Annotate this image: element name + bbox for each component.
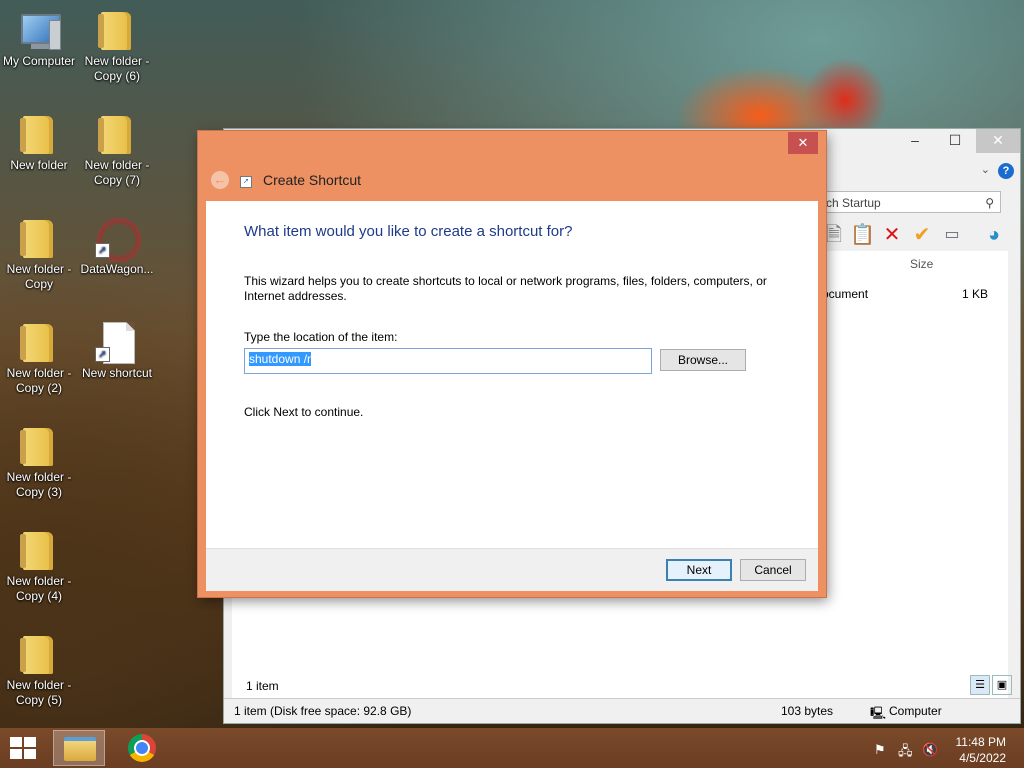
desktop-icon-new-folder-copy-4[interactable]: New folder - Copy (4) — [0, 528, 78, 604]
help-icon[interactable]: ? — [998, 163, 1014, 179]
location-input-value: shutdown /r — [249, 352, 312, 366]
clock-date: 4/5/2022 — [959, 751, 1006, 765]
search-icon[interactable]: ⚲ — [985, 192, 994, 212]
taskbar-chrome[interactable] — [114, 730, 166, 766]
taskbar: ⚑ 🖧 🔇 11:48 PM 4/5/2022 — [0, 728, 1024, 768]
continue-hint: Click Next to continue. — [244, 405, 364, 419]
location-input[interactable]: shutdown /r — [244, 348, 652, 374]
desktop-icon-label: New folder - Copy — [6, 262, 72, 291]
next-button[interactable]: Next — [666, 559, 732, 581]
location-label: Type the location of the item: — [244, 330, 398, 344]
file-size: 1 KB — [962, 287, 989, 301]
desktop-icon-label: New folder - Copy (6) — [84, 54, 150, 83]
dialog-close-button[interactable]: ✕ — [788, 132, 818, 154]
shortcut-icon: ➚ — [240, 176, 252, 188]
desktop-icon-label: DataWagon... — [80, 262, 154, 276]
paste-icon[interactable]: 📋 — [850, 223, 875, 247]
desktop-icon-datawagon[interactable]: ➚ DataWagon... — [78, 216, 156, 277]
network-icon[interactable]: 🖧 — [898, 742, 913, 764]
desktop-icon-label: New folder - Copy (4) — [6, 574, 72, 603]
desktop-icon-label: New folder — [10, 158, 68, 172]
details-view-icon[interactable]: ☰ — [970, 675, 990, 695]
action-center-flag-icon[interactable]: ⚑ — [874, 742, 886, 758]
folder-icon — [95, 112, 139, 156]
desktop-icon-label: My Computer — [2, 54, 76, 68]
desktop-icon-label: New folder - Copy (3) — [6, 470, 72, 499]
check-icon[interactable]: ✔ — [910, 223, 934, 247]
items-count: 1 item — [246, 679, 279, 693]
desktop-icon-new-folder-copy-5[interactable]: New folder - Copy (5) — [0, 632, 78, 708]
shell-icon[interactable]: ◕ — [982, 223, 1006, 247]
maximize-button[interactable]: ☐ — [940, 129, 970, 153]
chevron-down-icon[interactable]: ⌄ — [981, 163, 990, 176]
speaker-muted-icon[interactable]: 🔇 — [922, 742, 938, 758]
status-bar: 1 item (Disk free space: 92.8 GB) 103 by… — [224, 698, 1020, 723]
folder-icon — [17, 112, 61, 156]
desktop-icon-my-computer[interactable]: My Computer — [0, 8, 78, 69]
status-disk-space: 1 item (Disk free space: 92.8 GB) — [234, 704, 412, 718]
folder-icon — [17, 424, 61, 468]
wizard-heading: What item would you like to create a sho… — [244, 223, 573, 240]
desktop-icon-new-folder-copy-2[interactable]: New folder - Copy (2) — [0, 320, 78, 396]
delete-icon[interactable]: ✕ — [880, 223, 904, 247]
shortcut-arrow-icon: ➚ — [95, 243, 110, 258]
large-icons-view-icon[interactable]: ▣ — [992, 675, 1012, 695]
clock-time: 11:48 PM — [955, 735, 1006, 749]
status-bytes: 103 bytes — [781, 704, 834, 718]
desktop-icon-new-folder-copy-3[interactable]: New folder - Copy (3) — [0, 424, 78, 500]
desktop-icon-label: New folder - Copy (7) — [84, 158, 150, 187]
back-arrow-icon[interactable]: ← — [211, 171, 229, 189]
file-explorer-icon — [64, 737, 96, 761]
shortcut-arrow-icon: ➚ — [95, 347, 110, 362]
search-input[interactable]: rch Startup ⚲ — [819, 191, 1001, 213]
search-placeholder: rch Startup — [822, 196, 881, 210]
desktop-icon-new-folder-copy[interactable]: New folder - Copy — [0, 216, 78, 292]
minimize-button[interactable]: – — [900, 129, 930, 153]
explorer-close-button[interactable]: ✕ — [976, 129, 1020, 153]
file-name[interactable]: ocument — [822, 287, 868, 301]
status-location: Computer — [889, 704, 942, 718]
wizard-description: This wizard helps you to create shortcut… — [244, 274, 767, 303]
shortcut-file-icon: ➚ — [95, 320, 139, 364]
create-shortcut-dialog: ✕ ← ➚ Create Shortcut What item would yo… — [198, 131, 826, 597]
desktop-icon-new-folder-copy-7[interactable]: New folder - Copy (7) — [78, 112, 156, 188]
dialog-title: Create Shortcut — [263, 172, 362, 188]
dialog-footer: Next Cancel — [206, 548, 818, 591]
desktop-icon-new-folder[interactable]: New folder — [0, 112, 78, 173]
desktop-icon-label: New folder - Copy (5) — [6, 678, 72, 707]
folder-icon — [17, 632, 61, 676]
desktop-icon-new-folder-copy-6[interactable]: New folder - Copy (6) — [78, 8, 156, 84]
desktop-icon-label: New shortcut — [81, 366, 153, 380]
windows-start-button[interactable] — [10, 737, 38, 761]
desktop-icon-label: New folder - Copy (2) — [6, 366, 72, 395]
computer-icon: 🖳 — [870, 706, 887, 720]
taskbar-file-explorer[interactable] — [53, 730, 105, 766]
folder-icon — [95, 8, 139, 52]
explorer-toolbar: 🗎 📋 ✕ ✔ ▭ ◕ — [822, 221, 1018, 251]
folder-icon — [17, 216, 61, 260]
column-header-size[interactable]: Size — [910, 257, 933, 271]
web-shortcut-icon: ➚ — [95, 216, 141, 262]
browse-button[interactable]: Browse... — [660, 349, 746, 371]
chrome-icon — [128, 734, 156, 762]
dialog-header: ← ➚ Create Shortcut — [198, 163, 826, 201]
properties-icon[interactable]: ▭ — [940, 223, 964, 247]
system-clock[interactable]: 11:48 PM 4/5/2022 — [956, 734, 1006, 766]
cancel-button[interactable]: Cancel — [740, 559, 806, 581]
computer-icon — [17, 8, 61, 52]
desktop-icon-new-shortcut[interactable]: ➚ New shortcut — [78, 320, 156, 381]
folder-icon — [17, 320, 61, 364]
folder-icon — [17, 528, 61, 572]
dialog-body: What item would you like to create a sho… — [206, 201, 818, 548]
